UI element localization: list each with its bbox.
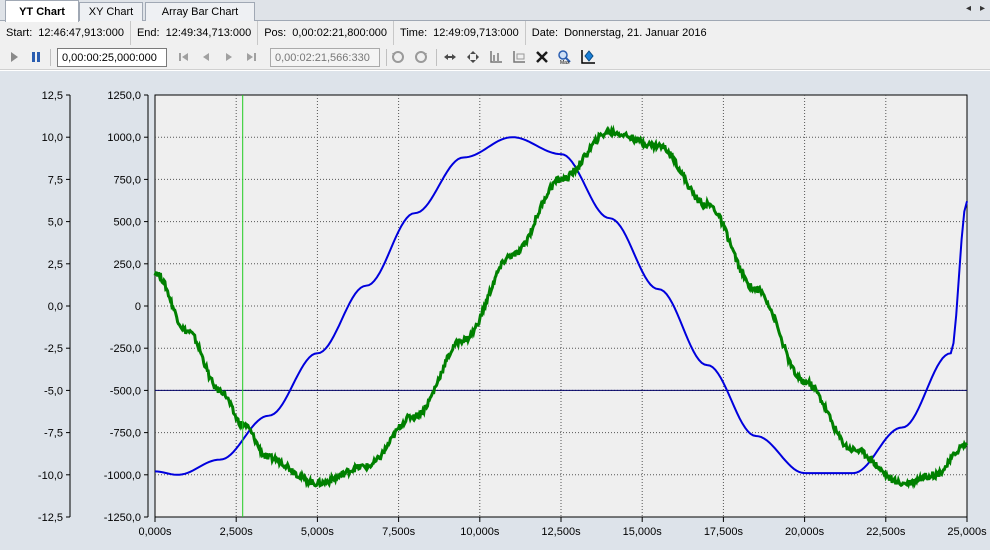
svg-text:Max: Max [560,60,570,65]
tab-array-bar-chart[interactable]: Array Bar Chart [145,2,255,21]
x-tick-label: 0,000s [138,526,172,538]
pos-label: Pos: [264,27,287,39]
x-tick-label: 25,000s [947,526,987,538]
undo-icon[interactable] [390,49,406,65]
y-tick-label-right: 1000,0 [107,132,141,144]
tab-xy-chart[interactable]: XY Chart [79,2,143,21]
skip-end-icon[interactable] [244,49,260,65]
y-tick-label-left: -10,0 [38,470,63,482]
toolbar: 0,00:00:25,000:000 0,00:02:21,566:330 Ma… [0,45,990,70]
x-tick-label: 10,000s [460,526,500,538]
toolbar-separator [50,49,51,66]
info-bar: Start: 12:46:47,913:000 End: 12:49:34,71… [0,21,990,45]
x-tick-label: 12,500s [541,526,581,538]
cursor-off-icon[interactable] [534,49,550,65]
y-tick-label-left: -2,5 [44,343,63,355]
play-icon[interactable] [6,49,22,65]
y-tick-label-right: 500,0 [113,217,141,229]
y-tick-label-left: 10,0 [42,132,63,144]
tab-yt-chart[interactable]: YT Chart [5,0,79,22]
scale-icon[interactable] [488,49,504,65]
time-label: Time: [400,27,428,39]
end-info: End: 12:49:34,713:000 [131,21,259,45]
step-back-icon[interactable] [198,49,214,65]
time-info: Time: 12:49:09,713:000 [394,21,526,45]
x-tick-label: 17,500s [704,526,744,538]
date-value: Donnerstag, 21. Januar 2016 [564,27,707,39]
x-tick-label: 20,000s [785,526,825,538]
x-tick-label: 7,500s [382,526,416,538]
y-tick-label-right: -250,0 [110,343,141,355]
interval-field[interactable]: 0,00:00:25,000:000 [57,48,167,67]
tab-yt-chart-label: YT Chart [19,5,65,18]
y-tick-label-left: 7,5 [48,174,63,186]
y-tick-label-right: 250,0 [113,259,141,271]
redo-icon[interactable] [413,49,429,65]
y-tick-label-right: 750,0 [113,174,141,186]
step-forward-icon[interactable] [221,49,237,65]
position-field[interactable]: 0,00:02:21,566:330 [270,48,380,67]
y-tick-label-right: -750,0 [110,428,141,440]
zoom-fit-icon[interactable] [580,49,596,65]
pan-horizontal-icon[interactable] [442,49,458,65]
skip-start-icon[interactable] [175,49,191,65]
yt-chart[interactable]: 12,5 1250,0 10,0 1000,0 7,5 750,0 5,0 500,0 2,5 2… [0,71,990,550]
tab-xy-chart-label: XY Chart [88,6,134,18]
date-label: Date: [531,27,559,39]
y-tick-label-left: 2,5 [48,259,63,271]
y-tick-label-right: -500,0 [110,385,141,397]
y-tick-label-right: 1250,0 [107,90,141,102]
end-label: End: [136,27,160,39]
y-tick-label-left: -12,5 [38,512,63,524]
pause-icon[interactable] [28,49,44,65]
y-tick-label-left: -5,0 [44,385,63,397]
y-tick-label-left: 12,5 [42,90,63,102]
start-value: 12:46:47,913:000 [38,27,124,39]
tab-scroll-right-icon[interactable]: ▸ [980,3,985,14]
time-value: 12:49:09,713:000 [433,27,519,39]
y-tick-label-right: -1250,0 [104,512,141,524]
pos-value: 0,00:02:21,800:000 [292,27,388,39]
toolbar-separator [436,49,437,66]
x-tick-label: 22,500s [866,526,906,538]
x-tick-label: 5,000s [301,526,335,538]
y-tick-label-left: 5,0 [48,217,63,229]
tab-scroll-left-icon[interactable]: ◂ [966,3,971,14]
date-info: Date: Donnerstag, 21. Januar 2016 [526,21,713,45]
y-tick-label-right: 0 [135,301,141,313]
y-tick-label-right: -1000,0 [104,470,141,482]
tab-strip: YT Chart XY Chart Array Bar Chart ◂ ▸ [0,0,990,22]
start-info: Start: 12:46:47,913:000 [0,21,131,45]
chart-svg[interactable]: 12,5 1250,0 10,0 1000,0 7,5 750,0 5,0 500,0 2,5 2… [0,71,990,550]
toolbar-separator [386,49,387,66]
pan-all-icon[interactable] [465,49,481,65]
tab-array-bar-chart-label: Array Bar Chart [161,6,239,18]
end-value: 12:49:34,713:000 [165,27,252,39]
scale-rect-icon[interactable] [511,49,527,65]
pos-info: Pos: 0,00:02:21,800:000 [258,21,395,45]
zoom-max-icon[interactable]: Max [557,49,573,65]
x-tick-label: 15,000s [623,526,663,538]
y-tick-label-left: 0,0 [48,301,63,313]
start-label: Start: [6,27,33,39]
x-tick-label: 2,500s [220,526,254,538]
y-tick-label-left: -7,5 [44,428,63,440]
